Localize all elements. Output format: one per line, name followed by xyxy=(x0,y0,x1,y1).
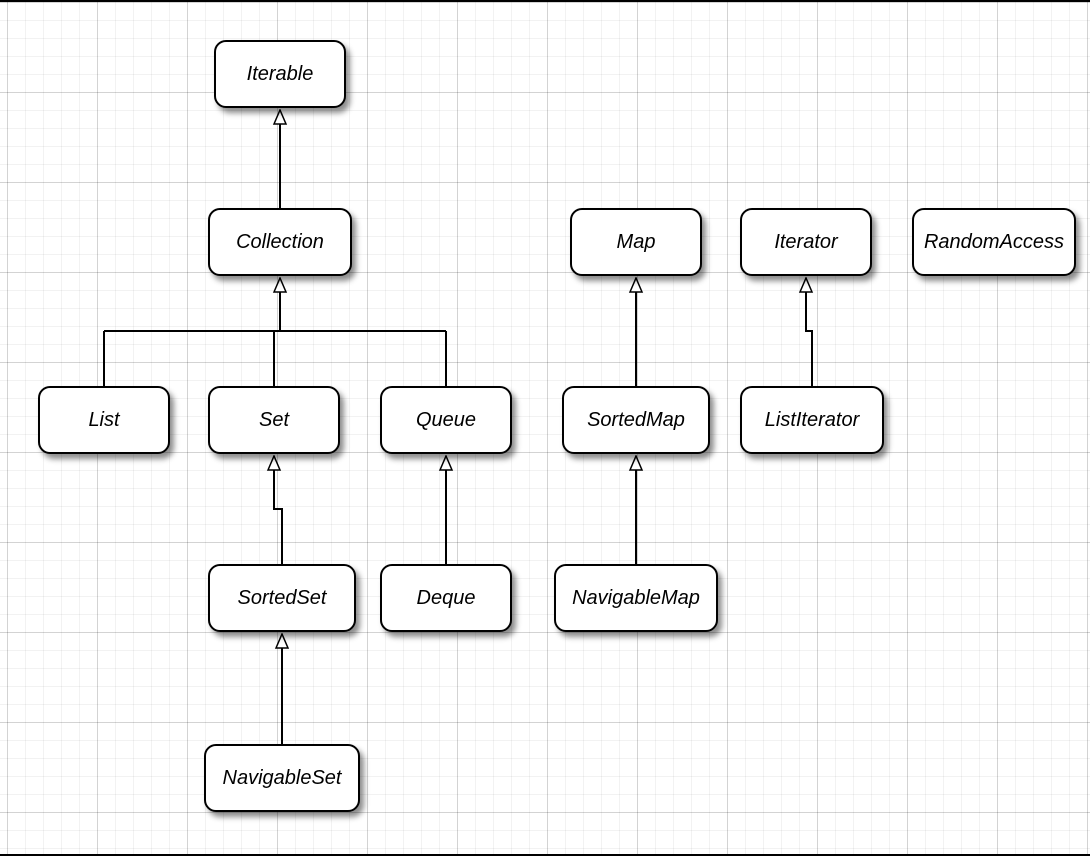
node-label: Queue xyxy=(416,409,476,432)
node-queue: Queue xyxy=(380,386,512,454)
node-iterable: Iterable xyxy=(214,40,346,108)
node-randomaccess: RandomAccess xyxy=(912,208,1076,276)
node-navigableset: NavigableSet xyxy=(204,744,360,812)
node-label: Deque xyxy=(417,587,476,610)
node-label: List xyxy=(88,409,119,432)
node-map: Map xyxy=(570,208,702,276)
node-label: ListIterator xyxy=(765,409,859,432)
node-label: Set xyxy=(259,409,289,432)
node-label: SortedMap xyxy=(587,409,685,432)
node-sortedset: SortedSet xyxy=(208,564,356,632)
connector xyxy=(274,456,282,564)
node-label: Map xyxy=(617,231,656,254)
node-listiterator: ListIterator xyxy=(740,386,884,454)
node-label: NavigableSet xyxy=(223,767,342,790)
node-iterator: Iterator xyxy=(740,208,872,276)
node-navigablemap: NavigableMap xyxy=(554,564,718,632)
node-set: Set xyxy=(208,386,340,454)
connector xyxy=(806,278,812,386)
node-sortedmap: SortedMap xyxy=(562,386,710,454)
node-deque: Deque xyxy=(380,564,512,632)
diagram-canvas: Iterable Collection Map Iterator RandomA… xyxy=(0,0,1090,856)
node-collection: Collection xyxy=(208,208,352,276)
node-label: Iterable xyxy=(247,63,314,86)
node-label: RandomAccess xyxy=(924,231,1064,254)
node-label: NavigableMap xyxy=(572,587,700,610)
node-list: List xyxy=(38,386,170,454)
node-label: Iterator xyxy=(774,231,837,254)
node-label: Collection xyxy=(236,231,324,254)
node-label: SortedSet xyxy=(238,587,327,610)
